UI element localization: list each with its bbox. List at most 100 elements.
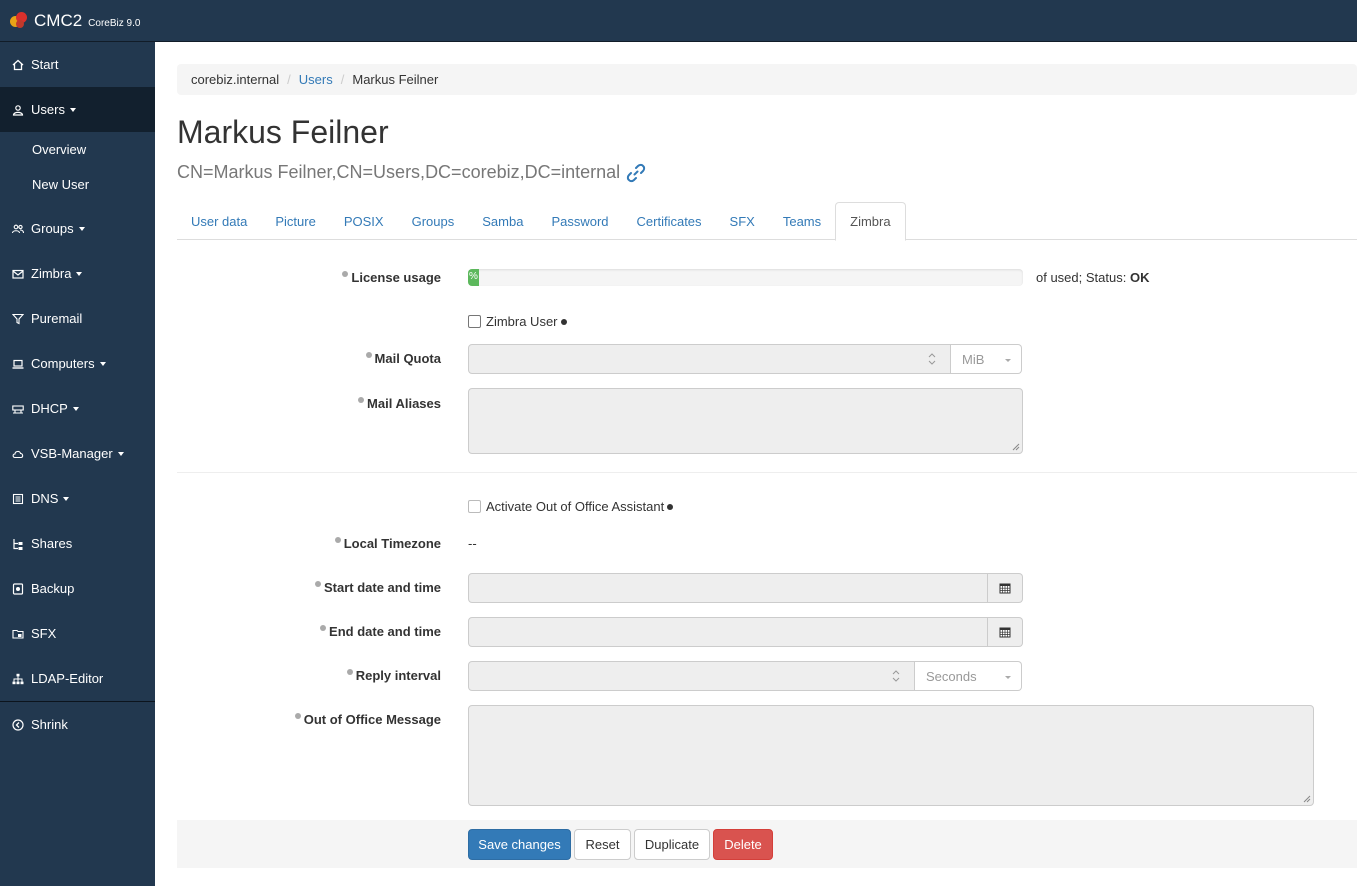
- info-icon: [365, 351, 372, 358]
- caret-down-icon: [78, 226, 85, 231]
- spinner-icon[interactable]: [892, 669, 900, 683]
- breadcrumb-link-users[interactable]: Users: [299, 72, 333, 87]
- sidebar-item-label: Backup: [31, 581, 75, 596]
- sidebar-item-start[interactable]: Start: [0, 42, 155, 87]
- sidebar-item-label: DNS: [31, 491, 59, 506]
- caret-down-icon: [1005, 359, 1011, 362]
- breadcrumb-current: Markus Feilner: [352, 72, 439, 87]
- caret-down-icon: [1005, 676, 1011, 679]
- mail-aliases-label: Mail Aliases: [358, 396, 441, 411]
- tab-certificates[interactable]: Certificates: [623, 202, 716, 240]
- sfx-icon: [12, 628, 24, 640]
- mail-quota-unit-select[interactable]: MiB: [951, 344, 1022, 374]
- license-status-value: OK: [1129, 270, 1150, 285]
- page-title: Markus Feilner: [177, 114, 389, 150]
- ooo-message-label: Out of Office Message: [294, 712, 441, 727]
- sidebar-subitem-overview[interactable]: Overview: [0, 132, 155, 167]
- out-of-office-checkbox[interactable]: [468, 500, 481, 513]
- app-name[interactable]: CMC2: [34, 11, 82, 31]
- cloud-icon: [12, 448, 24, 460]
- end-date-input[interactable]: [468, 617, 988, 647]
- reset-button[interactable]: Reset: [574, 829, 631, 860]
- sidebar-subitem-new-user[interactable]: New User: [0, 167, 155, 202]
- sidebar-item-dhcp[interactable]: DHCP: [0, 386, 155, 431]
- sidebar-item-users[interactable]: Users: [0, 87, 155, 132]
- sidebar-item-label: Groups: [31, 221, 74, 236]
- info-icon: [560, 318, 567, 325]
- sidebar-item-vsb-manager[interactable]: VSB-Manager: [0, 431, 155, 476]
- link-icon[interactable]: [626, 163, 646, 183]
- tab-posix[interactable]: POSIX: [330, 202, 398, 240]
- caret-down-icon: [63, 496, 70, 501]
- delete-button[interactable]: Delete: [713, 829, 773, 860]
- tab-samba[interactable]: Samba: [468, 202, 537, 240]
- breadcrumb-separator: /: [340, 72, 345, 87]
- mail-quota-unit: MiB: [962, 351, 985, 367]
- sidebar-item-label: Shrink: [31, 717, 68, 732]
- breadcrumb: corebiz.internal / Users / Markus Feilne…: [177, 64, 1357, 95]
- sidebar-item-label: SFX: [31, 626, 57, 641]
- backup-icon: [12, 582, 24, 595]
- sidebar-item-dns[interactable]: DNS: [0, 476, 155, 521]
- end-date-calendar-button[interactable]: [988, 617, 1023, 647]
- caret-down-icon: [76, 271, 83, 276]
- group-icon: [12, 223, 24, 235]
- sidebar-item-label: Computers: [31, 356, 95, 371]
- info-icon: [667, 503, 674, 510]
- info-icon: [294, 712, 301, 719]
- tab-sfx[interactable]: SFX: [716, 202, 769, 240]
- sitemap-icon: [12, 673, 24, 685]
- mail-aliases-textarea[interactable]: [468, 388, 1023, 454]
- resize-handle-icon[interactable]: [1012, 443, 1020, 451]
- section-divider: [177, 472, 1357, 473]
- sidebar: Start Users Overview New User Groups Zim…: [0, 42, 155, 886]
- sidebar-item-label: DHCP: [31, 401, 68, 416]
- info-icon: [320, 624, 327, 631]
- local-timezone-value: --: [468, 536, 477, 551]
- sidebar-item-zimbra[interactable]: Zimbra: [0, 251, 155, 296]
- info-icon: [314, 580, 321, 587]
- ooo-message-textarea[interactable]: [468, 705, 1314, 806]
- shrink-icon: [12, 718, 24, 731]
- sidebar-item-groups[interactable]: Groups: [0, 206, 155, 251]
- sidebar-item-sfx[interactable]: SFX: [0, 611, 155, 656]
- sidebar-item-backup[interactable]: Backup: [0, 566, 155, 611]
- dn-text: CN=Markus Feilner,CN=Users,DC=corebiz,DC…: [177, 162, 621, 182]
- tab-picture[interactable]: Picture: [261, 202, 329, 240]
- sidebar-item-shares[interactable]: Shares: [0, 521, 155, 566]
- duplicate-button[interactable]: Duplicate: [634, 829, 710, 860]
- breadcrumb-root: corebiz.internal: [191, 72, 280, 87]
- distinguished-name: CN=Markus Feilner,CN=Users,DC=corebiz,DC…: [177, 162, 646, 183]
- start-date-calendar-button[interactable]: [988, 573, 1023, 603]
- tab-user-data[interactable]: User data: [177, 202, 261, 240]
- top-navbar: CMC2 CoreBiz 9.0: [0, 0, 1357, 42]
- reply-interval-input[interactable]: [468, 661, 915, 691]
- out-of-office-label: Activate Out of Office Assistant: [486, 499, 665, 514]
- zimbra-user-checkbox[interactable]: [468, 315, 481, 328]
- sidebar-item-label: Start: [31, 57, 59, 72]
- save-changes-button[interactable]: Save changes: [468, 829, 571, 860]
- tab-password[interactable]: Password: [537, 202, 622, 240]
- start-date-input[interactable]: [468, 573, 988, 603]
- caret-down-icon: [99, 361, 106, 366]
- app-version: CoreBiz 9.0: [88, 17, 141, 29]
- tab-zimbra[interactable]: Zimbra: [835, 202, 906, 241]
- license-status-prefix: of used; Status:: [1036, 270, 1127, 285]
- zimbra-user-row: Zimbra User: [468, 314, 570, 329]
- caret-down-icon: [117, 451, 124, 456]
- reply-interval-label: Reply interval: [346, 668, 441, 683]
- sidebar-item-puremail[interactable]: Puremail: [0, 296, 155, 341]
- resize-handle-icon[interactable]: [1303, 795, 1311, 803]
- sidebar-item-shrink[interactable]: Shrink: [0, 702, 155, 747]
- sidebar-item-computers[interactable]: Computers: [0, 341, 155, 386]
- mail-quota-input[interactable]: [468, 344, 951, 374]
- sidebar-item-label: VSB-Manager: [31, 446, 113, 461]
- tab-teams[interactable]: Teams: [769, 202, 835, 240]
- tab-groups[interactable]: Groups: [398, 202, 469, 240]
- info-icon: [358, 396, 365, 403]
- reply-interval-unit-select[interactable]: Seconds: [915, 661, 1022, 691]
- mail-quota-label: Mail Quota: [365, 351, 441, 366]
- calendar-icon: [999, 583, 1011, 594]
- spinner-icon[interactable]: [928, 352, 936, 366]
- sidebar-item-ldap-editor[interactable]: LDAP-Editor: [0, 656, 155, 701]
